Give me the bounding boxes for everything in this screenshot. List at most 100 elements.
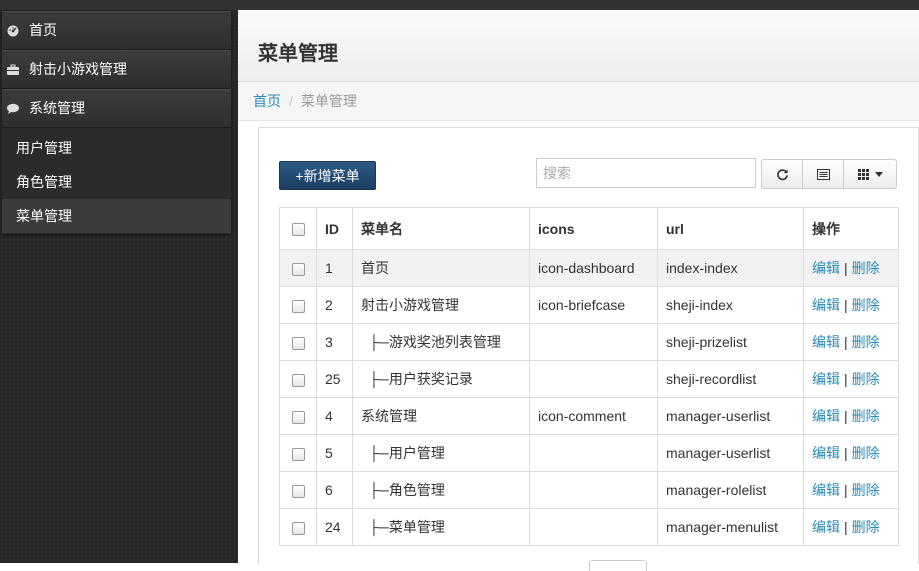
breadcrumb-current: 菜单管理 — [300, 93, 357, 109]
cell-actions: 编辑 | 删除 — [803, 249, 899, 287]
toggle-view-button[interactable] — [802, 159, 844, 189]
edit-link[interactable]: 编辑 — [812, 519, 840, 535]
col-id-header[interactable]: ID — [316, 207, 353, 250]
row-select-cell — [279, 286, 317, 324]
cell-id: 3 — [316, 323, 353, 361]
cell-name: ├─用户管理 — [352, 434, 530, 472]
page-header: 菜单管理 — [238, 10, 919, 82]
delete-link[interactable]: 删除 — [852, 482, 880, 498]
action-separator: | — [844, 260, 848, 276]
row-checkbox[interactable] — [291, 410, 305, 424]
cell-icons: icon-dashboard — [529, 249, 658, 287]
row-checkbox[interactable] — [291, 299, 305, 313]
comment-icon — [7, 103, 19, 115]
dashboard-icon — [7, 25, 19, 37]
cell-url: manager-userlist — [657, 434, 804, 472]
edit-link[interactable]: 编辑 — [812, 334, 840, 350]
breadcrumb-separator: / — [289, 93, 293, 109]
add-menu-button[interactable]: +新增菜单 — [279, 161, 376, 190]
menu-table: ID 菜单名 icons url 操作 1 首页 icon-dashboard ind… — [279, 207, 899, 546]
sidebar-item-game[interactable]: 射击小游戏管理 — [2, 50, 231, 89]
row-select-cell — [279, 249, 317, 287]
edit-link[interactable]: 编辑 — [812, 482, 840, 498]
table-row[interactable]: 2 射击小游戏管理 icon-briefcase sheji-index 编辑 | 删除 — [279, 286, 899, 324]
columns-dropdown-button[interactable] — [843, 159, 897, 189]
refresh-button[interactable] — [761, 159, 803, 189]
action-separator: | — [844, 334, 848, 350]
cell-id: 5 — [316, 434, 353, 472]
table-row[interactable]: 5 ├─用户管理 manager-userlist 编辑 | 删除 — [279, 434, 899, 472]
table-row[interactable]: 6 ├─角色管理 manager-rolelist 编辑 | 删除 — [279, 471, 899, 509]
sidebar-item-label: 首页 — [29, 22, 57, 38]
edit-link[interactable]: 编辑 — [812, 445, 840, 461]
briefcase-icon — [7, 64, 19, 76]
delete-link[interactable]: 删除 — [852, 334, 880, 350]
row-checkbox[interactable] — [291, 521, 305, 535]
delete-link[interactable]: 删除 — [852, 519, 880, 535]
table-row[interactable]: 1 首页 icon-dashboard index-index 编辑 | 删除 — [279, 249, 899, 287]
sidebar-subitem-roles[interactable]: 角色管理 — [2, 165, 231, 199]
row-checkbox[interactable] — [291, 373, 305, 387]
action-separator: | — [844, 482, 848, 498]
sidebar-item-system[interactable]: 系统管理 — [2, 89, 231, 128]
row-checkbox[interactable] — [291, 447, 305, 461]
edit-link[interactable]: 编辑 — [812, 297, 840, 313]
cell-name: ├─角色管理 — [352, 471, 530, 509]
row-checkbox[interactable] — [291, 336, 305, 350]
columns-icon — [857, 168, 869, 180]
sidebar: 首页 射击小游戏管理 系统管理 用户管理 角色管理 菜单管理 — [0, 10, 238, 563]
row-select-cell — [279, 397, 317, 435]
delete-link[interactable]: 删除 — [852, 445, 880, 461]
caret-down-icon — [874, 171, 883, 177]
action-separator: | — [844, 297, 848, 313]
cell-icons: icon-comment — [529, 397, 658, 435]
table-row[interactable]: 25 ├─用户获奖记录 sheji-recordlist 编辑 | 删除 — [279, 360, 899, 398]
cell-icons — [529, 508, 658, 546]
delete-link[interactable]: 删除 — [852, 408, 880, 424]
cell-actions: 编辑 | 删除 — [803, 434, 899, 472]
cell-url: sheji-recordlist — [657, 360, 804, 398]
select-all-checkbox[interactable] — [291, 223, 305, 237]
cell-name: ├─用户获奖记录 — [352, 360, 530, 398]
table-row[interactable]: 24 ├─菜单管理 manager-menulist 编辑 | 删除 — [279, 508, 899, 546]
pagination[interactable] — [589, 560, 647, 571]
delete-link[interactable]: 删除 — [852, 371, 880, 387]
table-row[interactable]: 3 ├─游戏奖池列表管理 sheji-prizelist 编辑 | 删除 — [279, 323, 899, 361]
col-ops-header: 操作 — [803, 207, 899, 250]
col-url-header[interactable]: url — [657, 207, 804, 250]
menu-panel: +新增菜单 ID 菜单名 icons url 操 — [258, 127, 919, 571]
row-checkbox[interactable] — [291, 262, 305, 276]
edit-link[interactable]: 编辑 — [812, 371, 840, 387]
sidebar-subitem-users[interactable]: 用户管理 — [2, 131, 231, 165]
col-icons-header[interactable]: icons — [529, 207, 658, 250]
cell-url: manager-rolelist — [657, 471, 804, 509]
cell-actions: 编辑 | 删除 — [803, 397, 899, 435]
search-input[interactable] — [536, 158, 756, 188]
sidebar-subitem-menus[interactable]: 菜单管理 — [2, 199, 231, 233]
cell-name: 首页 — [352, 249, 530, 287]
action-separator: | — [844, 408, 848, 424]
cell-actions: 编辑 | 删除 — [803, 360, 899, 398]
cell-name: ├─游戏奖池列表管理 — [352, 323, 530, 361]
cell-id: 2 — [316, 286, 353, 324]
cell-id: 6 — [316, 471, 353, 509]
edit-link[interactable]: 编辑 — [812, 260, 840, 276]
sidebar-submenu: 用户管理 角色管理 菜单管理 — [2, 128, 231, 234]
row-select-cell — [279, 323, 317, 361]
row-checkbox[interactable] — [291, 484, 305, 498]
edit-link[interactable]: 编辑 — [812, 408, 840, 424]
cell-icons — [529, 471, 658, 509]
sidebar-item-home[interactable]: 首页 — [2, 11, 231, 50]
row-select-cell — [279, 471, 317, 509]
delete-link[interactable]: 删除 — [852, 297, 880, 313]
table-row[interactable]: 4 系统管理 icon-comment manager-userlist 编辑 | 删除 — [279, 397, 899, 435]
cell-name: 系统管理 — [352, 397, 530, 435]
delete-link[interactable]: 删除 — [852, 260, 880, 276]
col-name-header[interactable]: 菜单名 — [352, 207, 530, 250]
breadcrumb-home-link[interactable]: 首页 — [253, 93, 281, 109]
cell-icons — [529, 323, 658, 361]
cell-id: 4 — [316, 397, 353, 435]
action-separator: | — [844, 445, 848, 461]
row-select-cell — [279, 434, 317, 472]
cell-url: index-index — [657, 249, 804, 287]
